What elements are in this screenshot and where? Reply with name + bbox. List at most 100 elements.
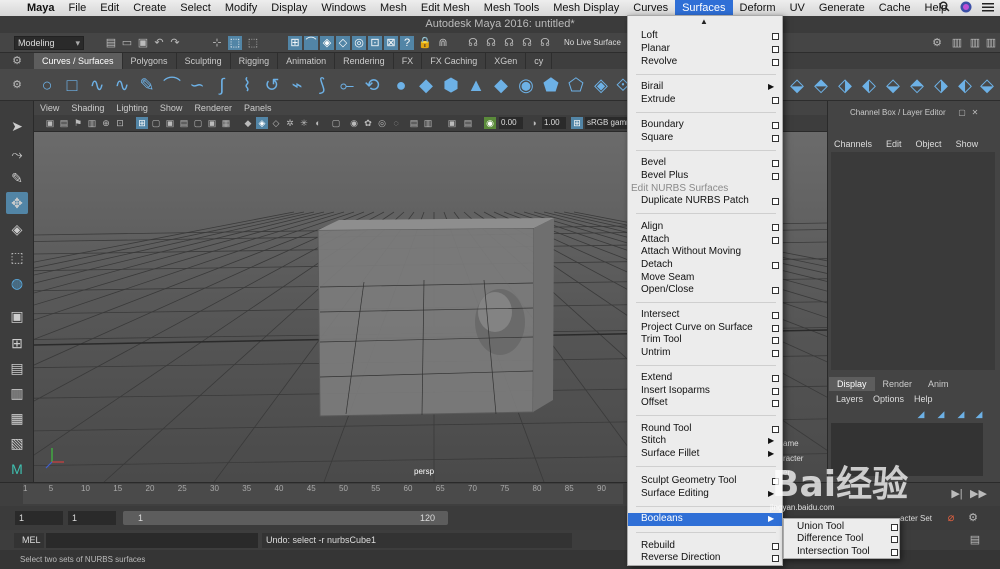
grid-toggle-icon[interactable]: ⊞ — [136, 117, 148, 129]
menu-edit[interactable]: Edit — [93, 0, 126, 16]
menu-item-project-curve[interactable]: Project Curve on Surface — [641, 322, 753, 334]
option-box-bevel-plus[interactable] — [772, 173, 779, 180]
select-component-icon[interactable]: ⬚ — [246, 36, 260, 50]
panel-toggle-icon-3[interactable]: ▥ — [984, 36, 998, 50]
layout-icon-2[interactable]: ▦ — [6, 407, 28, 429]
film-gate-icon[interactable]: ⊡ — [114, 117, 126, 129]
prefs-icon[interactable]: ⚙ — [966, 511, 980, 525]
insert-knot-icon[interactable]: ⌁ — [286, 74, 308, 96]
aa-icon[interactable]: ▤ — [408, 117, 420, 129]
submenu-item-intersection-tool[interactable]: Intersection Tool — [797, 546, 870, 558]
start-time-field[interactable]: 1 — [15, 511, 63, 525]
lights-icon[interactable]: ✲ — [284, 117, 296, 129]
option-box-revolve[interactable] — [772, 59, 779, 66]
new-layer-icon[interactable]: ◢ — [914, 407, 928, 421]
menu-item-duplicate-nurbs-patch[interactable]: Duplicate NURBS Patch — [641, 195, 749, 207]
menu-surfaces[interactable]: Surfaces — [675, 0, 733, 16]
option-box-extrude[interactable] — [772, 97, 779, 104]
circle-curve-icon[interactable]: ○ — [36, 74, 58, 96]
option-box-detach[interactable] — [772, 262, 779, 269]
option-box-extend[interactable] — [772, 375, 779, 382]
shelf-tab-sculpting[interactable]: Sculpting — [177, 53, 231, 69]
option-box-planar[interactable] — [772, 46, 779, 53]
lasso-tool-icon[interactable]: ⤳ — [6, 143, 28, 165]
lock-camera-icon[interactable]: ⊕ — [100, 117, 112, 129]
menu-item-bevel[interactable]: Bevel — [641, 157, 666, 169]
option-box-trim-tool[interactable] — [772, 337, 779, 344]
cube-icon[interactable]: ◆ — [415, 74, 437, 96]
hud-icon[interactable]: ▣ — [446, 117, 458, 129]
render-settings-icon[interactable]: ☊ — [502, 36, 516, 50]
bevel-plus-icon[interactable]: ⬙ — [882, 74, 904, 96]
range-slider[interactable] — [123, 511, 448, 525]
option-box-align[interactable] — [772, 224, 779, 231]
ly-menu-layers[interactable]: Layers — [836, 394, 863, 404]
xray-joints-icon[interactable]: ✿ — [362, 117, 374, 129]
playback-start-field[interactable]: 1 — [68, 511, 116, 525]
offset-curve-icon[interactable]: ⟆ — [311, 74, 333, 96]
option-box-open-close[interactable] — [772, 287, 779, 294]
mel-label[interactable]: MEL — [14, 533, 44, 548]
tab-anim[interactable]: Anim — [920, 377, 957, 391]
option-box-intersection[interactable] — [891, 549, 898, 556]
open-scene-icon[interactable]: ▭ — [120, 36, 134, 50]
shelf-gear-icon[interactable]: ⚙ — [10, 54, 24, 68]
option-box-union[interactable] — [891, 524, 898, 531]
paint-select-icon[interactable]: ✎ — [6, 167, 28, 189]
color-management-icon[interactable]: ⊞ — [571, 117, 583, 129]
menu-item-detach[interactable]: Detach — [641, 259, 673, 271]
arc-icon[interactable]: ⌒ — [161, 74, 183, 96]
ao-icon[interactable]: ◐ — [312, 117, 324, 129]
time-slider-bar[interactable]: 1 5 10 15 20 25 30 35 40 45 50 55 60 65 70 75 80 85 90 — [23, 484, 623, 504]
extrude-icon[interactable]: ⬙ — [786, 74, 808, 96]
menu-display[interactable]: Display — [264, 0, 314, 16]
menu-item-sculpt-geometry-tool[interactable]: Sculpt Geometry Tool — [641, 475, 736, 487]
option-box-untrim[interactable] — [772, 350, 779, 357]
shelf-tab-rigging[interactable]: Rigging — [231, 53, 279, 69]
snap-plane-icon[interactable]: ◇ — [336, 36, 350, 50]
render-view-icon[interactable]: ☊ — [538, 36, 552, 50]
menu-item-booleans[interactable]: Booleans — [628, 513, 782, 526]
layout-icon-3[interactable]: ▧ — [6, 432, 28, 454]
live-surface-label[interactable]: No Live Surface — [564, 37, 621, 49]
menu-item-planar[interactable]: Planar — [641, 43, 670, 55]
ly-menu-help[interactable]: Help — [914, 394, 933, 404]
app-menu-maya[interactable]: Maya — [20, 0, 62, 16]
shelf-tab-fx[interactable]: FX — [394, 53, 423, 69]
ep-curve-icon[interactable]: ∿ — [111, 74, 133, 96]
textured-icon[interactable]: ◇ — [270, 117, 282, 129]
gamma-icon[interactable]: ◑ — [528, 117, 540, 129]
square-curve-icon[interactable]: □ — [61, 74, 83, 96]
vp-menu-lighting[interactable]: Lighting — [116, 101, 148, 115]
shelf-tab-polygons[interactable]: Polygons — [123, 53, 177, 69]
menu-edit-mesh[interactable]: Edit Mesh — [414, 0, 477, 16]
menu-windows[interactable]: Windows — [314, 0, 373, 16]
scale-tool-icon[interactable]: ⬚ — [6, 246, 28, 268]
render-icon[interactable]: ☊ — [466, 36, 480, 50]
option-box-reverse-direction[interactable] — [772, 555, 779, 562]
siri-icon[interactable] — [960, 1, 972, 16]
menu-generate[interactable]: Generate — [812, 0, 872, 16]
close-icon[interactable]: ✕ — [968, 106, 982, 120]
apple-icon[interactable] — [0, 0, 20, 16]
option-box-square[interactable] — [772, 135, 779, 142]
safe-action-icon[interactable]: ▢ — [192, 117, 204, 129]
mode-selector[interactable]: Modeling ▾ — [14, 36, 84, 50]
shelf-tab-curves-surfaces[interactable]: Curves / Surfaces — [34, 53, 123, 69]
rebuild-curve-icon[interactable]: ⟜ — [336, 74, 358, 96]
shelf-tab-xgen[interactable]: XGen — [486, 53, 527, 69]
option-box-rebuild[interactable] — [772, 543, 779, 550]
loft-icon[interactable]: ⬟ — [540, 74, 562, 96]
menu-item-square[interactable]: Square — [641, 132, 673, 144]
gate-mask-icon[interactable]: ▣ — [164, 117, 176, 129]
menu-item-surface-fillet[interactable]: Surface Fillet — [641, 448, 699, 460]
colorspace-field[interactable]: sRGB gamma — [585, 117, 627, 129]
panel-toggle-icon-2[interactable]: ▥ — [968, 36, 982, 50]
menu-item-reverse-direction[interactable]: Reverse Direction — [641, 552, 720, 564]
cylinder-icon[interactable]: ⬢ — [440, 74, 462, 96]
reverse-curve-icon[interactable]: ⟲ — [361, 74, 383, 96]
auto-key-icon[interactable]: ⌀ — [944, 511, 958, 525]
plane-icon[interactable]: ◆ — [490, 74, 512, 96]
undo-icon[interactable]: ↶ — [152, 36, 166, 50]
layout-icon[interactable]: ▥ — [6, 382, 28, 404]
